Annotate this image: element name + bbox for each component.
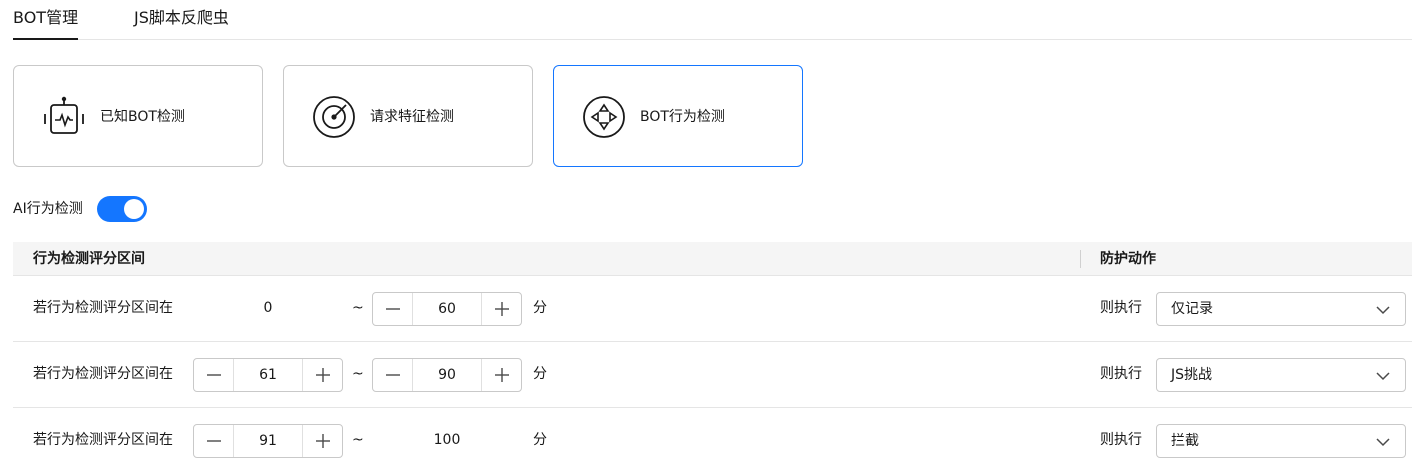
range-to-value[interactable]: 90: [413, 365, 481, 385]
increment-button[interactable]: [481, 293, 521, 325]
increment-button[interactable]: [302, 425, 342, 457]
action-select-value: 仅记录: [1171, 301, 1213, 317]
action-select-value: JS挑战: [1171, 367, 1213, 383]
chevron-down-icon: [1376, 438, 1390, 447]
range-to-stepper[interactable]: 60: [372, 292, 522, 326]
row-label: 若行为检测评分区间在: [33, 432, 173, 448]
card-label: 请求特征检测: [370, 109, 454, 125]
increment-button[interactable]: [302, 359, 342, 391]
gamepad-icon: [583, 96, 625, 138]
table-row: 若行为检测评分区间在 61 ~ 90 分 则执行 JS挑战: [13, 342, 1412, 408]
table-header: 行为检测评分区间 防护动作: [13, 242, 1412, 276]
tab-bar: BOT管理 JS脚本反爬虫: [13, 0, 1412, 40]
range-tilde: ~: [352, 366, 364, 382]
action-select-value: 拦截: [1171, 433, 1199, 449]
ai-detection-label: AI行为检测: [13, 201, 83, 217]
range-from-stepper[interactable]: 61: [193, 358, 343, 392]
chevron-down-icon: [1376, 372, 1390, 381]
plus-icon: [316, 368, 330, 382]
card-request-feature-detection[interactable]: 请求特征检测: [283, 65, 533, 167]
card-label: BOT行为检测: [640, 109, 725, 125]
minus-icon: [207, 374, 221, 376]
decrement-button[interactable]: [194, 425, 234, 457]
chevron-down-icon: [1376, 306, 1390, 315]
minus-icon: [207, 440, 221, 442]
row-label: 若行为检测评分区间在: [33, 300, 173, 316]
range-to-value: 100: [433, 432, 461, 448]
plus-icon: [316, 434, 330, 448]
column-header-protective-action: 防护动作: [1100, 251, 1156, 267]
tab-js-anti-crawler[interactable]: JS脚本反爬虫: [134, 7, 229, 40]
robot-icon: [44, 96, 84, 134]
execute-label: 则执行: [1100, 300, 1142, 316]
table-row: 若行为检测评分区间在 0 ~ 60 分 则执行 仅记录: [13, 276, 1412, 342]
row-label: 若行为检测评分区间在: [33, 366, 173, 382]
unit-label: 分: [533, 366, 547, 382]
range-from-value[interactable]: 91: [234, 431, 302, 451]
increment-button[interactable]: [481, 359, 521, 391]
card-known-bot-detection[interactable]: 已知BOT检测: [13, 65, 263, 167]
execute-label: 则执行: [1100, 432, 1142, 448]
unit-label: 分: [533, 300, 547, 316]
action-select[interactable]: 仅记录: [1156, 292, 1406, 326]
range-to-value[interactable]: 60: [413, 299, 481, 319]
range-from-value: 0: [263, 300, 273, 316]
toggle-knob: [124, 199, 144, 219]
decrement-button[interactable]: [373, 359, 413, 391]
range-tilde: ~: [352, 432, 364, 448]
plus-icon: [495, 368, 509, 382]
decrement-button[interactable]: [194, 359, 234, 391]
action-select[interactable]: 拦截: [1156, 424, 1406, 458]
table-row: 若行为检测评分区间在 91 ~ 100 分 则执行 拦截: [13, 408, 1412, 474]
range-tilde: ~: [352, 300, 364, 316]
card-bot-behavior-detection[interactable]: BOT行为检测: [553, 65, 803, 167]
ai-detection-toggle[interactable]: [97, 196, 147, 222]
tab-bot-management[interactable]: BOT管理: [13, 7, 79, 40]
column-divider: [1080, 250, 1081, 268]
range-from-stepper[interactable]: 91: [193, 424, 343, 458]
column-header-score-range: 行为检测评分区间: [33, 251, 145, 267]
decrement-button[interactable]: [373, 293, 413, 325]
action-select[interactable]: JS挑战: [1156, 358, 1406, 392]
range-to-stepper[interactable]: 90: [372, 358, 522, 392]
plus-icon: [495, 302, 509, 316]
radar-icon: [313, 96, 355, 138]
minus-icon: [386, 374, 400, 376]
range-from-value[interactable]: 61: [234, 365, 302, 385]
minus-icon: [386, 308, 400, 310]
unit-label: 分: [533, 432, 547, 448]
card-label: 已知BOT检测: [100, 109, 185, 125]
execute-label: 则执行: [1100, 366, 1142, 382]
